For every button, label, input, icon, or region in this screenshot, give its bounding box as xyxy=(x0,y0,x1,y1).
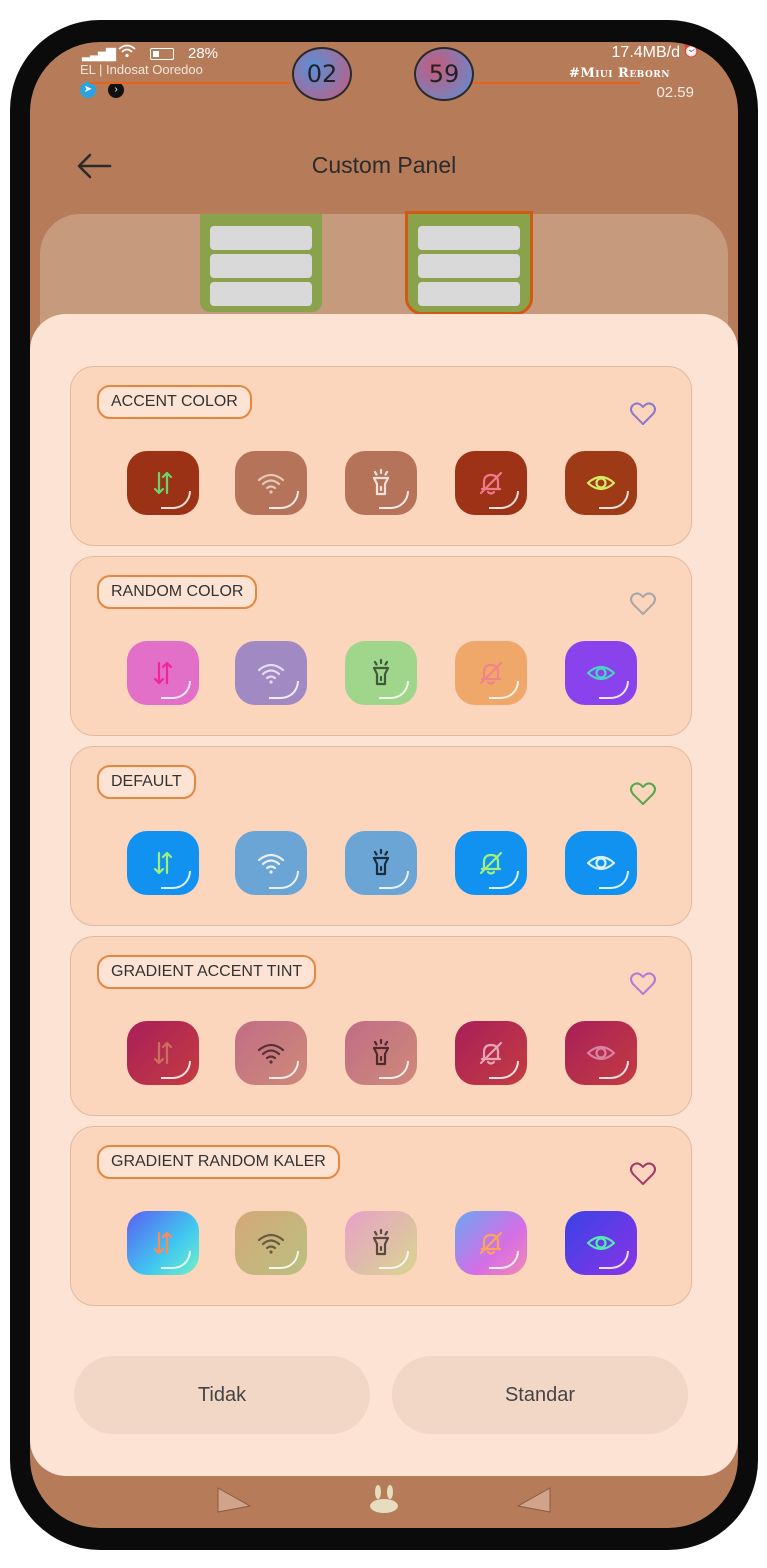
carrier-name: EL | Indosat Ooredoo xyxy=(80,62,203,77)
heart-icon[interactable] xyxy=(629,971,657,997)
tile-gloss xyxy=(269,491,299,509)
back-triangle-icon[interactable] xyxy=(214,1484,254,1516)
standar-button[interactable]: Standar xyxy=(392,1356,688,1434)
home-rabbit-icon[interactable] xyxy=(364,1484,404,1516)
tile-gloss xyxy=(269,681,299,699)
tile-gloss xyxy=(379,1251,409,1269)
tidak-button[interactable]: Tidak xyxy=(74,1356,370,1434)
quick-toggle-tile-data-arrows[interactable] xyxy=(127,451,199,515)
quick-toggle-tile-wifi[interactable] xyxy=(235,831,307,895)
decor-line xyxy=(90,82,290,84)
tile-gloss xyxy=(599,1251,629,1269)
style-group-label: GRADIENT RANDOM KALER xyxy=(97,1145,340,1179)
quick-toggle-tile-data-arrows[interactable] xyxy=(127,831,199,895)
heart-icon[interactable] xyxy=(629,1161,657,1187)
wifi-icon xyxy=(118,44,136,62)
style-group-label: DEFAULT xyxy=(97,765,196,799)
signal-icon: ▂▃▅▇ xyxy=(82,46,116,61)
panel-preview-option[interactable] xyxy=(200,214,322,312)
tile-gloss xyxy=(161,491,191,509)
quick-toggle-tile-bell-off[interactable] xyxy=(455,1021,527,1085)
tile-gloss xyxy=(599,1061,629,1079)
quick-toggle-tile-eye[interactable] xyxy=(565,1211,637,1275)
tile-gloss xyxy=(489,871,519,889)
clock-minutes: 59 xyxy=(414,47,474,101)
clock-hours: 02 xyxy=(292,47,352,101)
page-title: Custom Panel xyxy=(311,152,457,178)
tile-gloss xyxy=(599,491,629,509)
tile-gloss xyxy=(379,491,409,509)
tile-gloss xyxy=(599,871,629,889)
nav-bar xyxy=(30,1476,738,1528)
tile-gloss xyxy=(269,871,299,889)
tile-gloss xyxy=(379,871,409,889)
tile-gloss xyxy=(161,1251,191,1269)
tile-gloss xyxy=(489,1061,519,1079)
telegram-icon: ➤ xyxy=(80,82,96,98)
quick-toggle-tile-eye[interactable] xyxy=(565,641,637,705)
style-group-card[interactable]: GRADIENT ACCENT TINT xyxy=(70,936,692,1116)
tile-gloss xyxy=(599,681,629,699)
quick-toggle-tile-flashlight[interactable] xyxy=(345,641,417,705)
decor-line xyxy=(470,82,640,84)
tile-gloss xyxy=(161,871,191,889)
heart-icon[interactable] xyxy=(629,781,657,807)
quick-toggle-tile-flashlight[interactable] xyxy=(345,1211,417,1275)
quick-toggle-tile-bell-off[interactable] xyxy=(455,1211,527,1275)
net-speed: 17.4MB/d xyxy=(611,44,680,61)
quick-toggle-tile-data-arrows[interactable] xyxy=(127,1211,199,1275)
quick-toggle-tile-flashlight[interactable] xyxy=(345,1021,417,1085)
quick-toggle-tile-eye[interactable] xyxy=(565,831,637,895)
tile-gloss xyxy=(489,491,519,509)
style-group-card[interactable]: ACCENT COLOR xyxy=(70,366,692,546)
alarm-off-icon: ⏰ xyxy=(682,42,700,58)
tile-gloss xyxy=(269,1061,299,1079)
heart-icon[interactable] xyxy=(629,401,657,427)
tile-gloss xyxy=(161,1061,191,1079)
quick-toggle-tile-data-arrows[interactable] xyxy=(127,641,199,705)
terminal-icon: › xyxy=(108,82,124,98)
quick-toggle-tile-wifi[interactable] xyxy=(235,1211,307,1275)
tile-gloss xyxy=(269,1251,299,1269)
style-group-label: RANDOM COLOR xyxy=(97,575,258,609)
style-group-card[interactable]: GRADIENT RANDOM KALER xyxy=(70,1126,692,1306)
quick-toggle-tile-flashlight[interactable] xyxy=(345,451,417,515)
battery-icon xyxy=(150,48,174,60)
tile-gloss xyxy=(379,681,409,699)
brand-text: #Miui Reborn xyxy=(568,66,670,81)
style-group-card[interactable]: RANDOM COLOR xyxy=(70,556,692,736)
quick-toggle-tile-wifi[interactable] xyxy=(235,1021,307,1085)
quick-toggle-tile-data-arrows[interactable] xyxy=(127,1021,199,1085)
quick-toggle-tile-wifi[interactable] xyxy=(235,641,307,705)
style-group-card[interactable]: DEFAULT xyxy=(70,746,692,926)
quick-toggle-tile-eye[interactable] xyxy=(565,1021,637,1085)
tile-gloss xyxy=(489,681,519,699)
phone-frame: ▂▃▅▇ 28% EL | Indosat Ooredoo ➤ › 02 59 … xyxy=(10,20,758,1550)
heart-icon[interactable] xyxy=(629,591,657,617)
quick-toggle-tile-bell-off[interactable] xyxy=(455,641,527,705)
tile-gloss xyxy=(161,681,191,699)
quick-toggle-tile-eye[interactable] xyxy=(565,451,637,515)
quick-toggle-tile-wifi[interactable] xyxy=(235,451,307,515)
style-group-label: GRADIENT ACCENT TINT xyxy=(97,955,317,989)
tile-gloss xyxy=(379,1061,409,1079)
screen: ▂▃▅▇ 28% EL | Indosat Ooredoo ➤ › 02 59 … xyxy=(30,42,738,1528)
status-bar: ▂▃▅▇ 28% EL | Indosat Ooredoo ➤ › 02 59 … xyxy=(30,42,738,132)
quick-toggle-tile-bell-off[interactable] xyxy=(455,451,527,515)
quick-toggle-tile-flashlight[interactable] xyxy=(345,831,417,895)
recents-triangle-icon[interactable] xyxy=(514,1484,554,1516)
battery-percent: 28% xyxy=(188,45,219,62)
style-selector-sheet: ACCENT COLOR RANDOM COLOR DEFAULT GRADIENT … xyxy=(30,314,738,1476)
top-bar: Custom Panel xyxy=(30,138,738,198)
tile-gloss xyxy=(489,1251,519,1269)
status-time: 02.59 xyxy=(656,84,694,101)
quick-toggle-tile-bell-off[interactable] xyxy=(455,831,527,895)
panel-preview-option-selected[interactable] xyxy=(405,211,533,315)
style-group-label: ACCENT COLOR xyxy=(97,385,252,419)
